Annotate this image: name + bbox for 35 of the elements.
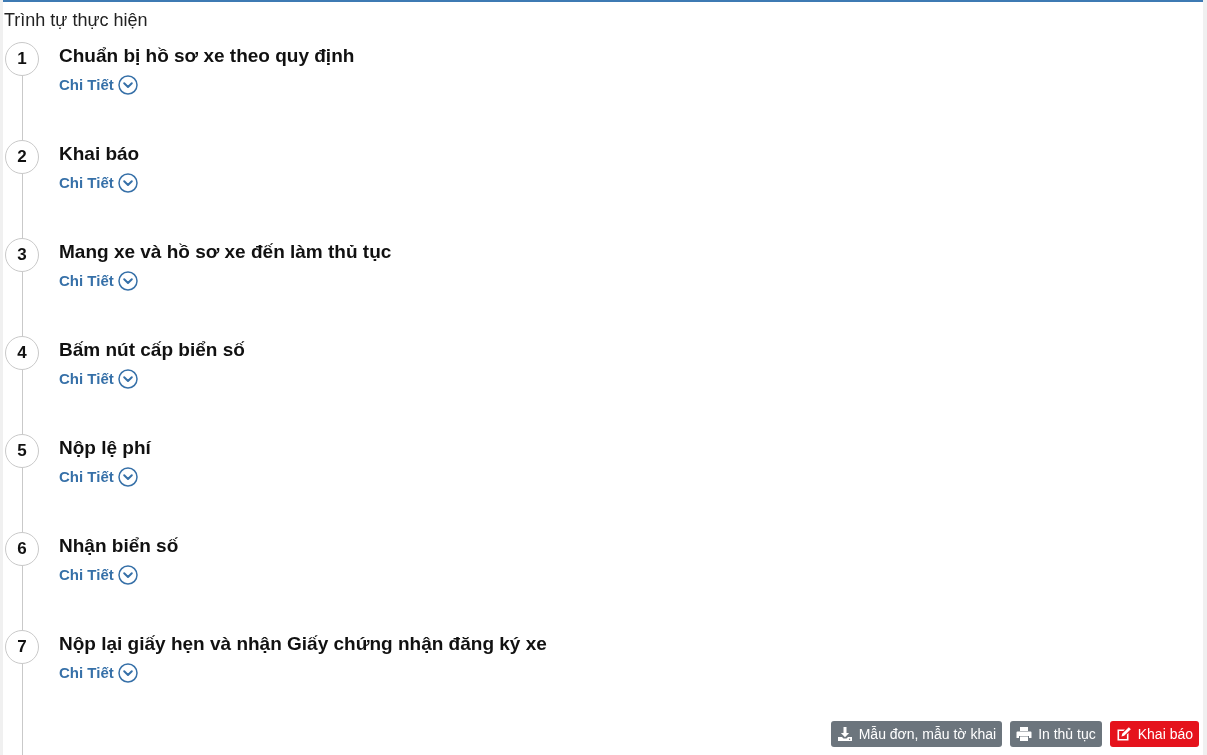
declare-button[interactable]: Khai báo [1109,721,1199,747]
step-title: Chuẩn bị hồ sơ xe theo quy định [59,44,355,68]
chevron-down-icon [117,565,138,585]
step-title: Nộp lại giấy hẹn và nhận Giấy chứng nhận đăng ký xe [59,632,547,656]
step-title: Khai báo [59,142,140,166]
step-number: 1 [5,42,39,76]
details-toggle[interactable]: Chi Tiết [59,564,138,586]
details-toggle[interactable]: Chi Tiết [59,662,138,684]
chevron-down-icon [117,75,138,95]
edit-icon [1115,726,1132,742]
step-number: 3 [5,238,39,272]
chevron-down-icon [117,467,138,487]
printer-icon [1016,726,1033,742]
download-icon [836,726,853,742]
step-number: 2 [5,140,39,174]
print-button[interactable]: In thủ tục [1010,721,1102,747]
details-toggle[interactable]: Chi Tiết [59,74,138,96]
section-title: Trình tự thực hiện [3,9,148,32]
chevron-down-icon [117,271,138,291]
chevron-down-icon [117,369,138,389]
step-number: 5 [5,434,39,468]
step-title: Mang xe và hồ sơ xe đến làm thủ tục [59,240,392,264]
step-title: Bấm nút cấp biển số [59,338,245,362]
step-number: 4 [5,336,39,370]
details-toggle[interactable]: Chi Tiết [59,270,138,292]
download-button[interactable]: Mẫu đơn, mẫu tờ khai [830,721,1003,747]
step-title: Nộp lệ phí [59,436,151,460]
chevron-down-icon [117,663,138,683]
step-number: 7 [5,630,39,664]
details-toggle[interactable]: Chi Tiết [59,172,138,194]
step-number: 6 [5,532,39,566]
step-title: Nhận biển số [59,534,179,558]
details-toggle[interactable]: Chi Tiết [59,466,138,488]
details-toggle[interactable]: Chi Tiết [59,368,138,390]
chevron-down-icon [117,173,138,193]
